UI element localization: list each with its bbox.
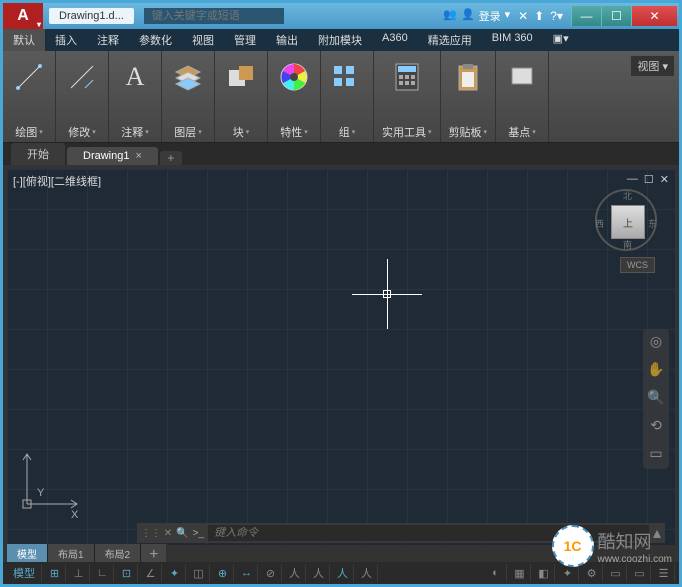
minimize-button[interactable]: — [571, 6, 601, 26]
block-icon [223, 59, 259, 95]
panel-block[interactable]: 块 [215, 51, 268, 142]
panel-modify[interactable]: 修改 [56, 51, 109, 142]
steering-wheel-icon[interactable]: ◎ [646, 333, 666, 353]
sb-dyn[interactable]: ↔ [236, 564, 258, 582]
sb-ortho[interactable]: ∟ [92, 564, 114, 582]
close-button[interactable]: ✕ [631, 6, 677, 26]
sb-otrack[interactable]: ⊕ [212, 564, 234, 582]
tab-manage[interactable]: 管理 [224, 29, 266, 51]
calculator-icon [389, 59, 425, 95]
sb-3dosnap[interactable]: ◫ [188, 564, 210, 582]
view-dropdown[interactable]: 视图 ▾ [630, 55, 675, 77]
orbit-icon[interactable]: ⟲ [646, 417, 666, 437]
start-tab[interactable]: 开始 [11, 143, 65, 165]
sb-anno3[interactable]: 人 [332, 564, 354, 582]
tab-bim360[interactable]: BIM 360 [482, 29, 543, 51]
panel-utilities[interactable]: 实用工具 [374, 51, 441, 142]
sb-polar[interactable]: ⊡ [116, 564, 138, 582]
sb-iso[interactable]: ∠ [140, 564, 162, 582]
sb-snap[interactable]: ⊥ [68, 564, 90, 582]
text-icon: A [117, 59, 153, 95]
person-icon: 👥 [443, 8, 457, 24]
panel-base[interactable]: 基点 [496, 51, 549, 142]
pan-icon[interactable]: ✋ [646, 361, 666, 381]
tab-default[interactable]: 默认 [3, 29, 45, 51]
sb-anno1[interactable]: 人 [284, 564, 306, 582]
tab-output[interactable]: 输出 [266, 29, 308, 51]
tab-insert[interactable]: 插入 [45, 29, 87, 51]
base-icon [504, 59, 540, 95]
modify-icon [64, 59, 100, 95]
panel-annotate[interactable]: A 注释 [109, 51, 162, 142]
panel-props[interactable]: 特性 [268, 51, 321, 142]
person-icon: 👤 [461, 8, 475, 24]
tab-expand[interactable]: ▣▾ [543, 29, 579, 51]
line-icon [11, 59, 47, 95]
sb-grid[interactable]: ⊞ [44, 564, 66, 582]
app-menu-button[interactable]: A [3, 3, 43, 29]
app-window: A Drawing1.d... 👥 👤 登录 ▾ ✕ ⬆ ?▾ — ☐ ✕ 默认 [0, 0, 682, 587]
layout-2[interactable]: 布局2 [95, 544, 142, 562]
ucs-icon[interactable]: Y X [17, 444, 87, 519]
drawing-tab[interactable]: Drawing1 × [67, 147, 158, 165]
watermark-logo: 1C [552, 525, 594, 567]
panel-clipboard[interactable]: 剪贴板 [441, 51, 497, 142]
layout-tabs: 模型 布局1 布局2 + [7, 544, 166, 562]
new-tab-button[interactable]: + [160, 151, 182, 165]
tab-a360[interactable]: A360 [372, 29, 418, 51]
wcs-dropdown[interactable]: WCS [620, 257, 655, 273]
maximize-button[interactable]: ☐ [601, 6, 631, 26]
tab-addins[interactable]: 附加模块 [308, 29, 372, 51]
sb-lwt[interactable]: ⊘ [260, 564, 282, 582]
viewport-label[interactable]: [-][俯视][二维线框] [13, 173, 101, 189]
pickbox [383, 290, 391, 298]
layout-model[interactable]: 模型 [7, 544, 48, 562]
chevron-down-icon: ▾ [505, 8, 511, 24]
titlebar: A Drawing1.d... 👥 👤 登录 ▾ ✕ ⬆ ?▾ — ☐ ✕ [3, 3, 679, 29]
share-icon[interactable]: ⬆ [534, 9, 544, 23]
sb-anno4[interactable]: 人 [356, 564, 378, 582]
tab-view[interactable]: 视图 [182, 29, 224, 51]
panel-group[interactable]: 组 [321, 51, 374, 142]
ribbon: 绘图 修改 A 注释 图层 块 特性 组 实用工具 [3, 51, 679, 143]
help-icon[interactable]: ?▾ [550, 9, 563, 23]
ribbon-tabs: 默认 插入 注释 参数化 视图 管理 输出 附加模块 A360 精选应用 BIM… [3, 29, 679, 51]
login-button[interactable]: 👥 👤 登录 ▾ [443, 8, 510, 24]
tab-featured[interactable]: 精选应用 [418, 29, 482, 51]
panel-draw[interactable]: 绘图 [3, 51, 56, 142]
close-icon[interactable]: × [135, 150, 141, 162]
canvas[interactable]: Y X [7, 169, 675, 545]
command-search-icon[interactable]: 🔍 [176, 528, 188, 539]
tab-annotate[interactable]: 注释 [87, 29, 129, 51]
command-prompt-icon: >_ [193, 528, 204, 539]
command-handle-icon[interactable]: ⋮⋮ ✕ [141, 528, 172, 539]
navigation-bar: ◎ ✋ 🔍 ⟲ ▭ [643, 329, 669, 469]
sb-ws[interactable]: ◐ [485, 564, 507, 582]
tab-parametric[interactable]: 参数化 [129, 29, 182, 51]
layout-1[interactable]: 布局1 [48, 544, 95, 562]
panel-layers[interactable]: 图层 [162, 51, 215, 142]
viewport-minimize[interactable]: — [627, 173, 638, 186]
sb-model[interactable]: 模型 [7, 564, 42, 582]
viewport-close[interactable]: ✕ [660, 173, 669, 186]
group-icon [329, 59, 365, 95]
sb-monitor[interactable]: ▦ [509, 564, 531, 582]
document-name[interactable]: Drawing1.d... [49, 8, 134, 24]
file-tabs: 开始 Drawing1 × + [3, 143, 679, 165]
layout-add-button[interactable]: + [141, 544, 166, 562]
viewcube[interactable]: 上 北 南 东 西 [595, 189, 657, 251]
drawing-area[interactable]: [-][俯视][二维线框] — ☐ ✕ Y X 上 北 南 东 西 [7, 169, 675, 545]
search-input[interactable] [144, 8, 284, 24]
watermark: 1C 酷知网 www.coozhi.com [552, 525, 672, 567]
sb-anno2[interactable]: 人 [308, 564, 330, 582]
color-wheel-icon [276, 59, 312, 95]
viewport-maximize[interactable]: ☐ [644, 173, 654, 186]
showmotion-icon[interactable]: ▭ [646, 445, 666, 465]
layers-icon [170, 59, 206, 95]
exchange-icon[interactable]: ✕ [518, 9, 528, 23]
zoom-icon[interactable]: 🔍 [646, 389, 666, 409]
clipboard-icon [450, 59, 486, 95]
sb-osnap[interactable]: ✦ [164, 564, 186, 582]
